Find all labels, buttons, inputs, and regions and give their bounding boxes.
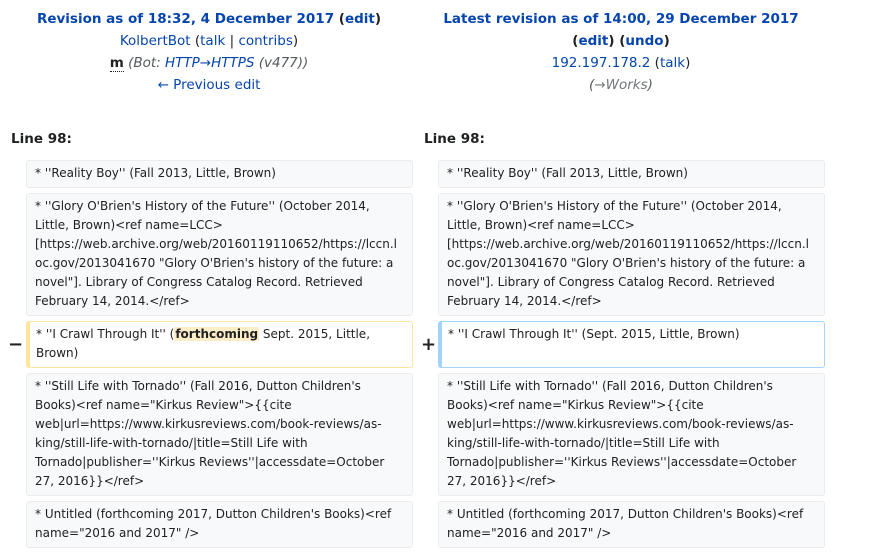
deleted-line-marker: −: [8, 334, 24, 355]
context-line-new: * ''Reality Boy'' (Fall 2013, Little, Br…: [438, 160, 825, 188]
minor-edit-flag: m: [109, 55, 124, 72]
new-edit-link[interactable]: edit: [578, 33, 608, 49]
deleted-line: * ''I Crawl Through It'' (forthcoming Se…: [26, 321, 413, 368]
new-talk-link[interactable]: talk: [660, 55, 685, 71]
old-revision-title: Revision as of 18:32, 4 December 2017 (e…: [36, 11, 382, 27]
old-user-line: KolbertBot (talk | contribs): [119, 33, 299, 49]
new-revision-actions: (edit) (undo): [572, 33, 670, 49]
old-line-number: Line 98:: [11, 131, 72, 147]
context-line-old: * ''Glory O'Brien's History of the Futur…: [26, 193, 413, 316]
context-line-old: * ''Reality Boy'' (Fall 2013, Little, Br…: [26, 160, 413, 188]
old-revision-link[interactable]: Revision as of 18:32, 4 December 2017: [37, 11, 334, 27]
old-edit-link[interactable]: edit: [345, 11, 375, 27]
summary-suffix: (v477)): [254, 55, 309, 71]
undo-link[interactable]: undo: [625, 33, 663, 49]
old-comment-line: m (Bot: HTTP→HTTPS (v477)): [0, 52, 418, 74]
old-contribs-link[interactable]: contribs: [238, 33, 292, 49]
https-link[interactable]: HTTP→HTTPS: [165, 55, 254, 71]
deleted-word-highlight: forthcoming: [174, 327, 260, 341]
new-edit-summary: (→Works): [412, 74, 830, 96]
context-line-old: * ''Still Life with Tornado'' (Fall 2016…: [26, 373, 413, 496]
new-user-link[interactable]: 192.197.178.2: [552, 55, 651, 71]
summary-prefix: (Bot:: [128, 55, 165, 71]
old-talk-link[interactable]: talk: [200, 33, 225, 49]
context-line-old: * Untitled (forthcoming 2017, Dutton Chi…: [26, 501, 413, 548]
added-line-marker: +: [421, 334, 437, 355]
works-section-link[interactable]: →Works: [594, 77, 647, 93]
new-revision-header: Latest revision as of 14:00, 29 December…: [412, 8, 830, 96]
new-user-line: 192.197.178.2 (talk): [551, 55, 691, 71]
old-edit-summary: (Bot: HTTP→HTTPS (v477)): [128, 55, 308, 71]
separator: |: [229, 33, 235, 49]
old-revision-header: Revision as of 18:32, 4 December 2017 (e…: [0, 8, 418, 96]
new-revision-link[interactable]: Latest revision as of 14:00, 29 December…: [443, 11, 798, 27]
summary-close: ): [647, 77, 653, 93]
added-line: * ''I Crawl Through It'' (Sept. 2015, Li…: [438, 321, 825, 368]
deleted-text: * ''I Crawl Through It'' (: [36, 327, 175, 341]
old-user-link[interactable]: KolbertBot: [120, 33, 191, 49]
new-line-number: Line 98:: [424, 131, 485, 147]
previous-edit-link[interactable]: ← Previous edit: [158, 77, 261, 93]
new-revision-title: Latest revision as of 14:00, 29 December…: [412, 8, 830, 30]
context-line-new: * ''Still Life with Tornado'' (Fall 2016…: [438, 373, 825, 496]
context-line-new: * ''Glory O'Brien's History of the Futur…: [438, 193, 825, 316]
context-line-new: * Untitled (forthcoming 2017, Dutton Chi…: [438, 501, 825, 548]
